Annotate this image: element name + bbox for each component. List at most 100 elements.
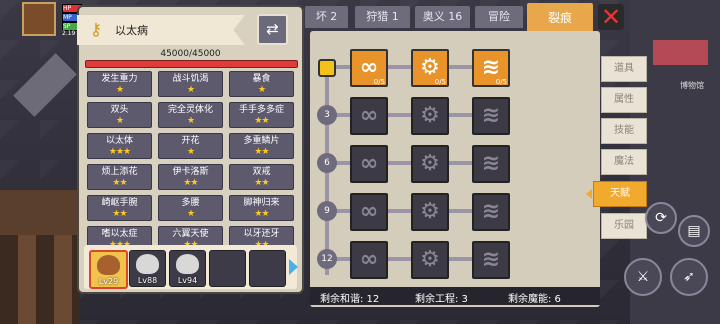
link-node[interactable]: ∞ 0/5 [350,49,388,87]
talent-item[interactable]: 开花 ★ [158,133,223,159]
claw-node[interactable]: ≋ 0/5 [472,49,510,87]
bow-icon[interactable]: ➶ [670,258,708,296]
talent-item[interactable]: 双戒 ★★ [229,164,294,190]
talent-name: 暴食 [252,74,271,84]
tab-rift[interactable]: 裂痕 [527,3,593,33]
link-node-locked[interactable]: ∞ [350,97,388,135]
side-tab-items[interactable]: 道具 [601,56,647,82]
hp-text: 45000/45000 [160,49,221,59]
gear-node-locked[interactable]: ⚙ [411,241,449,279]
link-icon: ∞ [359,103,379,128]
side-tab-skills[interactable]: 技能 [601,118,647,144]
character-slot-empty[interactable] [249,250,286,287]
gear-node[interactable]: ⚙ 0/5 [411,49,449,87]
talent-item[interactable]: 多重鳞片 ★★ [229,133,294,159]
swap-weapon-icon[interactable]: ⟳ [645,202,677,234]
link-icon: ∞ [359,151,379,176]
talent-name: 烦上添花 [101,167,138,177]
row-level-badge: 3 [317,105,337,125]
link-icon: ∞ [359,247,379,272]
talent-item[interactable]: 以太体 ★★★ [87,133,152,159]
link-node-locked[interactable]: ∞ [350,145,388,183]
talent-stars: ★ [186,116,195,126]
close-button[interactable]: ✕ [598,4,624,30]
talent-name: 完全灵体化 [167,105,213,115]
talent-name: 多腰 [181,198,200,208]
talent-name: 嗜以太症 [101,229,138,239]
side-tab-attributes[interactable]: 属性 [601,87,647,113]
character-face-icon [176,254,199,274]
character-slot-active[interactable]: Lv29 [89,250,128,289]
node-count: 0/5 [373,78,385,86]
link-icon: ∞ [359,55,379,80]
claw-node-locked[interactable]: ≋ [472,241,510,279]
museum-label: 博物馆 [680,81,704,90]
character-name: 以太病 [115,24,148,37]
claw-node-locked[interactable]: ≋ [472,145,510,183]
character-panel: ⚷ 以太病 ⇄ 45000/45000 发生重力 ★ 战斗饥渴 ★ 暴食 ★ 双头 ★ … [77,7,302,292]
character-slot[interactable]: Lv88 [129,250,166,287]
panel-header: ⚷ 以太病 [77,15,245,45]
tab-adventure[interactable]: 冒险 [475,6,523,28]
character-slot-empty[interactable] [209,250,246,287]
player-portrait[interactable] [22,2,56,36]
talent-stars: ★★ [183,178,198,188]
side-tab-magic[interactable]: 魔法 [601,149,647,175]
talent-stars: ★★★ [108,147,131,157]
link-node-locked[interactable]: ∞ [350,193,388,231]
talent-stars: ★ [115,85,124,95]
claw-node-locked[interactable]: ≋ [472,97,510,135]
talent-stars: ★ [115,116,124,126]
tab-hunt[interactable]: 狩猎 1 [355,6,410,28]
talent-item[interactable]: 多腰 ★ [158,195,223,221]
talent-name: 多重鳞片 [243,136,280,146]
next-arrow-icon[interactable] [289,259,298,275]
character-slot[interactable]: Lv94 [169,250,206,287]
swap-icon[interactable]: ⇄ [257,14,288,45]
talent-stars: ★★ [254,147,269,157]
talent-item[interactable]: 发生重力 ★ [87,71,152,97]
row-level-badge: 6 [317,153,337,173]
gear-icon: ⚙ [420,247,440,272]
node-count: 0/5 [495,78,507,86]
talent-item[interactable]: 伊卡洛斯 ★★ [158,164,223,190]
book-icon[interactable]: ▤ [678,215,710,247]
side-tab-paradise[interactable]: 乐园 [601,213,647,239]
talent-item[interactable]: 完全灵体化 ★ [158,102,223,128]
gear-node-locked[interactable]: ⚙ [411,193,449,231]
remaining-engineering: 剩余工程: 3 [415,294,468,305]
talent-item[interactable]: 手手多多症 ★★ [229,102,294,128]
red-building [653,40,708,65]
talent-name: 开花 [181,136,200,146]
sword-icon[interactable]: ⚔ [624,258,662,296]
talent-item[interactable]: 双头 ★ [87,102,152,128]
gear-icon: ⚙ [420,103,440,128]
gear-node-locked[interactable]: ⚙ [411,145,449,183]
talent-stars: ★ [186,85,195,95]
talent-item[interactable]: 战斗饥渴 ★ [158,71,223,97]
talent-item[interactable]: 暴食 ★ [229,71,294,97]
talent-item[interactable]: 烦上添花 ★★ [87,164,152,190]
claw-icon: ≋ [481,151,501,176]
row-level-badge: 12 [317,249,337,269]
slot-level: Lv94 [177,276,198,285]
talent-name: 以牙还牙 [243,229,280,239]
claw-node-locked[interactable]: ≋ [472,193,510,231]
talent-item[interactable]: 脚神归来 ★★ [229,195,294,221]
remaining-points-bar: 剩余和谐: 12 剩余工程: 3 剩余魔能: 6 [310,287,600,305]
node-count: 0/5 [434,78,446,86]
remaining-magic: 剩余魔能: 6 [508,294,561,305]
talent-stars: ★★ [254,178,269,188]
tab-secret[interactable]: 奥义 16 [415,6,470,28]
tab-1[interactable]: 坏 2 [305,6,348,28]
talent-item[interactable]: 崎岖手腕 ★★ [87,195,152,221]
link-node-locked[interactable]: ∞ [350,241,388,279]
claw-icon: ≋ [481,55,501,80]
gear-node-locked[interactable]: ⚙ [411,97,449,135]
talent-stars: ★★ [112,178,127,188]
gear-icon: ⚙ [420,199,440,224]
talent-stars: ★ [186,209,195,219]
side-tab-talent[interactable]: 天赋 [593,181,647,207]
gear-icon: ⚙ [420,55,440,80]
character-face-icon [97,255,120,275]
